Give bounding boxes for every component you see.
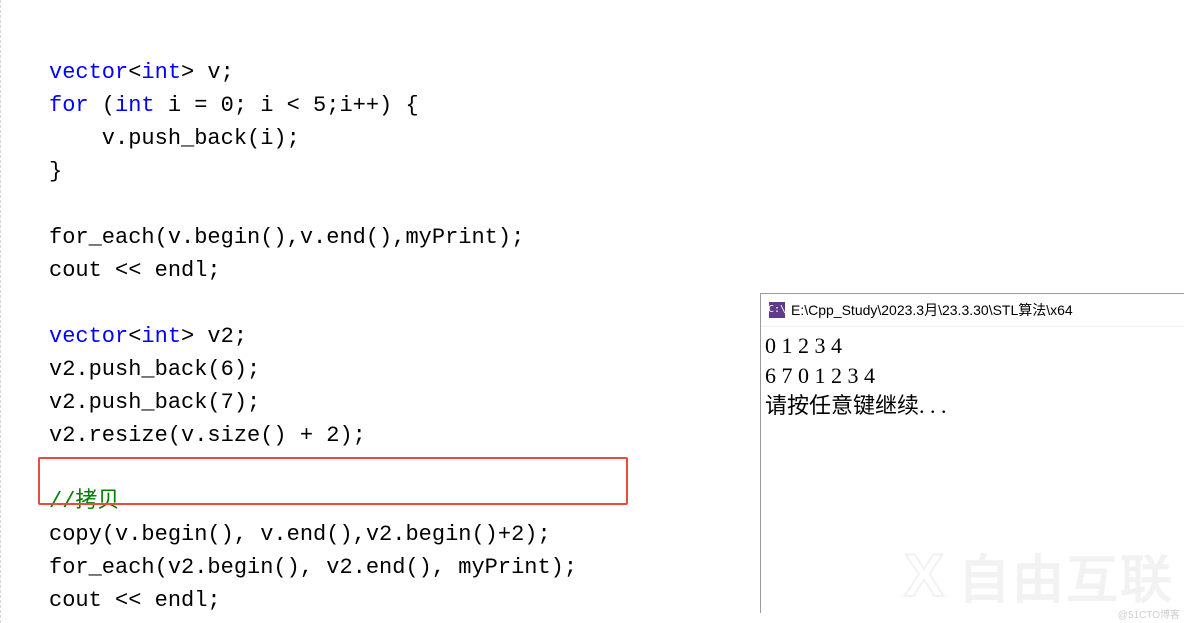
code-token: ( bbox=[89, 93, 115, 118]
highlight-box bbox=[38, 457, 628, 505]
code-token: > bbox=[181, 324, 194, 349]
console-titlebar[interactable]: C:\ E:\Cpp_Study\2023.3月\23.3.30\STL算法\x… bbox=[761, 294, 1184, 327]
code-line[interactable]: cout << endl; bbox=[49, 254, 760, 287]
code-token: int bbox=[141, 60, 181, 85]
code-token: for_each(v2.begin(), v2.end(), myPrint); bbox=[49, 555, 577, 580]
code-token: copy(v.begin(), v.end(),v2.begin()+2); bbox=[49, 522, 551, 547]
console-output[interactable]: 0 1 2 3 4 6 7 0 1 2 3 4 请按任意键继续. . . bbox=[761, 327, 1184, 425]
code-line[interactable]: copy(v.begin(), v.end(),v2.begin()+2); bbox=[49, 518, 760, 551]
code-token: i = 0; i < 5;i++) { bbox=[155, 93, 419, 118]
code-token: cout << endl; bbox=[49, 588, 221, 613]
code-token: v2.push_back(6); bbox=[49, 357, 260, 382]
code-token: v2.push_back(7); bbox=[49, 390, 260, 415]
code-editor[interactable]: vector<int> v;for (int i = 0; i < 5;i++)… bbox=[0, 0, 760, 623]
code-token: v2; bbox=[194, 324, 247, 349]
code-token: } bbox=[49, 159, 62, 184]
code-token: v.push_back(i); bbox=[49, 126, 300, 151]
code-line[interactable]: v2.push_back(7); bbox=[49, 386, 760, 419]
code-line[interactable]: v.push_back(i); bbox=[49, 122, 760, 155]
code-token: vector bbox=[49, 60, 128, 85]
code-token: v; bbox=[194, 60, 234, 85]
console-window: C:\ E:\Cpp_Study\2023.3月\23.3.30\STL算法\x… bbox=[760, 293, 1184, 613]
console-icon: C:\ bbox=[769, 302, 785, 318]
code-token: vector bbox=[49, 324, 128, 349]
code-line[interactable]: cout << endl; bbox=[49, 584, 760, 617]
code-token: cout << endl; bbox=[49, 258, 221, 283]
code-token: int bbox=[141, 324, 181, 349]
code-line[interactable] bbox=[49, 188, 760, 221]
code-line[interactable] bbox=[49, 287, 760, 320]
code-line[interactable]: vector<int> v; bbox=[49, 56, 760, 89]
code-token: for bbox=[49, 93, 89, 118]
code-token: > bbox=[181, 60, 194, 85]
code-token: < bbox=[128, 60, 141, 85]
code-token: < bbox=[128, 324, 141, 349]
code-line[interactable]: v2.push_back(6); bbox=[49, 353, 760, 386]
console-title: E:\Cpp_Study\2023.3月\23.3.30\STL算法\x64 bbox=[791, 294, 1073, 326]
code-line[interactable]: v2.resize(v.size() + 2); bbox=[49, 419, 760, 452]
code-line[interactable]: vector<int> v2; bbox=[49, 320, 760, 353]
code-token: v2.resize(v.size() + 2); bbox=[49, 423, 366, 448]
code-line[interactable]: for (int i = 0; i < 5;i++) { bbox=[49, 89, 760, 122]
code-line[interactable]: for_each(v2.begin(), v2.end(), myPrint); bbox=[49, 551, 760, 584]
code-token: int bbox=[115, 93, 155, 118]
code-line[interactable]: for_each(v.begin(),v.end(),myPrint); bbox=[49, 221, 760, 254]
code-token: for_each(v.begin(),v.end(),myPrint); bbox=[49, 225, 524, 250]
code-line[interactable]: } bbox=[49, 155, 760, 188]
